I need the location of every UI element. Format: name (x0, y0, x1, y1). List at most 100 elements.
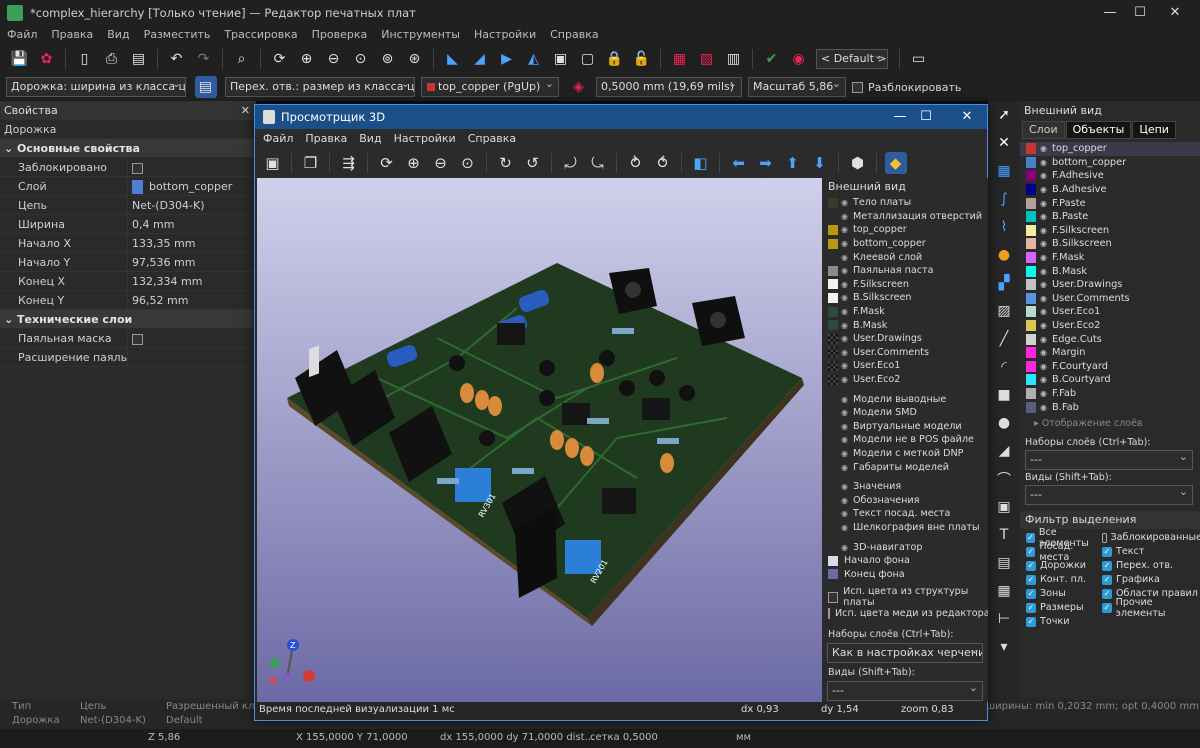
lock-icon[interactable]: 🔒 (604, 48, 626, 70)
color-swatch[interactable] (828, 265, 838, 276)
layer-row[interactable]: ◉ B.Courtyard (1020, 373, 1200, 387)
eye-icon[interactable]: ◉ (1040, 280, 1048, 289)
prop-value[interactable]: 133,35 mm (128, 234, 256, 252)
solder-mask-checkbox[interactable] (132, 333, 143, 345)
pan-left-icon[interactable]: ⬅ (728, 152, 750, 174)
viewer-toggle-row[interactable]: ◉ Габариты моделей (824, 460, 988, 474)
viewer-layer-row[interactable]: ◉ B.Mask (824, 318, 988, 332)
viewer-layer-row[interactable]: ◉ User.Eco1 (824, 359, 988, 373)
layer-row[interactable]: ◉ F.Silkscreen (1020, 224, 1200, 238)
rotate-ccw-icon[interactable]: ◣ (442, 48, 464, 70)
prop-value[interactable]: 0,4 mm (128, 215, 256, 233)
close-button[interactable]: ✕ (1160, 3, 1190, 23)
filter-item[interactable]: ✓ Перех. отв. (1102, 559, 1200, 573)
layer-color-swatch[interactable] (1026, 347, 1036, 359)
menu-route[interactable]: Трассировка (217, 26, 304, 44)
eye-icon[interactable]: ◉ (841, 408, 851, 417)
layer-color-swatch[interactable] (1026, 184, 1036, 196)
menu-inspect[interactable]: Проверка (305, 26, 375, 44)
filter-checkbox[interactable]: ✓ (1026, 574, 1036, 585)
eye-icon[interactable]: ◉ (841, 212, 851, 221)
layers-manager-icon[interactable]: ◆ (884, 152, 907, 174)
prop-value[interactable] (128, 348, 256, 366)
eye-icon[interactable]: ◉ (841, 463, 851, 472)
via-icon[interactable]: ● (988, 241, 1020, 269)
save-icon[interactable]: 💾 (9, 48, 31, 70)
viewer-layer-row[interactable]: ◉ bottom_copper (824, 237, 988, 251)
prop-value[interactable]: 97,536 mm (128, 253, 256, 271)
viewer-toggle-row[interactable]: ◉ Модели выводные (824, 392, 988, 406)
image-icon[interactable]: ▣ (988, 493, 1020, 521)
filter-item[interactable]: ✓ Посад. места (1026, 541, 1102, 563)
close-icon[interactable]: ✕ (241, 101, 250, 120)
mirror-icon[interactable]: ◭ (523, 48, 545, 70)
section-tech[interactable]: ⌄ Технические слои (0, 310, 256, 329)
print-icon[interactable]: ⎙ (101, 48, 123, 70)
viewer-layer-row[interactable]: ◉ B.Silkscreen (824, 291, 988, 305)
eye-icon[interactable]: ◉ (1040, 403, 1048, 412)
viewer-close-button[interactable]: ✕ (952, 107, 982, 127)
viewer-toggle-row[interactable]: ◉ Модели с меткой DNP (824, 447, 988, 461)
layer-color-swatch[interactable] (1026, 306, 1036, 318)
eye-icon[interactable]: ◉ (1040, 335, 1048, 344)
rotate-y-ccw-icon[interactable]: ⤿ (587, 152, 609, 174)
layer-color-swatch[interactable] (1026, 143, 1036, 155)
color-swatch[interactable] (828, 238, 838, 249)
menu-help[interactable]: Справка (543, 26, 605, 44)
eye-icon[interactable]: ◉ (1040, 375, 1048, 384)
layer-row[interactable]: ◉ B.Mask (1020, 264, 1200, 278)
track-width-select[interactable]: Дорожка: ширина из класса цепей (6, 77, 186, 97)
checker-swatch[interactable] (828, 374, 838, 385)
eye-icon[interactable]: ◉ (1040, 307, 1048, 316)
filter-item[interactable]: ✓ Размеры (1026, 601, 1102, 615)
local-ratsnest-icon[interactable]: ✕ (988, 129, 1020, 157)
color-swatch[interactable] (828, 224, 838, 235)
eye-icon[interactable]: ◉ (841, 253, 851, 262)
layer-color-swatch[interactable] (1026, 252, 1036, 264)
netlist-icon[interactable]: ▦ (669, 48, 691, 70)
render-icon[interactable]: ▣ (262, 152, 284, 174)
layer-color-swatch[interactable] (1026, 360, 1036, 372)
filter-checkbox[interactable]: ✓ (1026, 546, 1036, 557)
layer-row[interactable]: ◉ User.Comments (1020, 292, 1200, 306)
route-track-icon[interactable]: ∫ (988, 185, 1020, 213)
eye-icon[interactable]: ◉ (841, 321, 851, 330)
preset-select[interactable]: < Default > (816, 49, 888, 69)
opt-copper-colors-checkbox[interactable] (828, 607, 830, 619)
layer-color-swatch[interactable] (1026, 170, 1036, 182)
layer-row[interactable]: ◉ F.Paste (1020, 196, 1200, 210)
zoom-fit-icon[interactable]: ⊙ (457, 152, 479, 174)
polygon-icon[interactable]: ◢ (988, 437, 1020, 465)
filter-checkbox[interactable]: ✓ (1026, 602, 1036, 613)
tab-objects[interactable]: Объекты (1065, 121, 1132, 139)
menu-tools[interactable]: Инструменты (374, 26, 467, 44)
flip-icon[interactable]: ▶ (496, 48, 518, 70)
undo-icon[interactable]: ↶ (166, 48, 188, 70)
filter-checkbox[interactable]: ✓ (1102, 560, 1112, 571)
refresh-icon[interactable]: ⟳ (269, 48, 291, 70)
prop-value[interactable]: 132,334 mm (128, 272, 256, 290)
filter-item[interactable]: ✓ Прочие элементы (1102, 597, 1200, 619)
rotate-z-cw-icon[interactable]: ⥁ (625, 152, 647, 174)
viewer-views-select[interactable]: --- (827, 681, 983, 702)
eye-icon[interactable]: ◉ (1040, 158, 1048, 167)
viewer-layer-row[interactable]: ◉ User.Eco2 (824, 373, 988, 387)
footprint-add-icon[interactable]: ▦ (988, 157, 1020, 185)
eye-icon[interactable]: ◉ (841, 307, 851, 316)
eye-icon[interactable]: ◉ (1040, 362, 1048, 371)
layer-icon[interactable]: ◉ (788, 48, 810, 70)
eye-icon[interactable]: ◉ (841, 361, 851, 370)
schematic-icon[interactable]: ▧ (696, 48, 718, 70)
rotate-x-ccw-icon[interactable]: ↺ (522, 152, 544, 174)
layer-color-swatch[interactable] (1026, 401, 1036, 413)
layer-row[interactable]: ◉ User.Eco2 (1020, 319, 1200, 333)
filter-item[interactable]: ✓ Текст (1102, 545, 1200, 559)
zoom-fit-icon[interactable]: ⊙ (350, 48, 372, 70)
pan-up-icon[interactable]: ⬆ (782, 152, 804, 174)
rotate-x-cw-icon[interactable]: ↻ (495, 152, 517, 174)
eye-icon[interactable]: ◉ (841, 334, 851, 343)
layer-color-swatch[interactable] (1026, 224, 1036, 236)
circle-icon[interactable]: ● (988, 409, 1020, 437)
menu-view[interactable]: Вид (100, 26, 136, 44)
eye-icon[interactable]: ◉ (841, 239, 851, 248)
